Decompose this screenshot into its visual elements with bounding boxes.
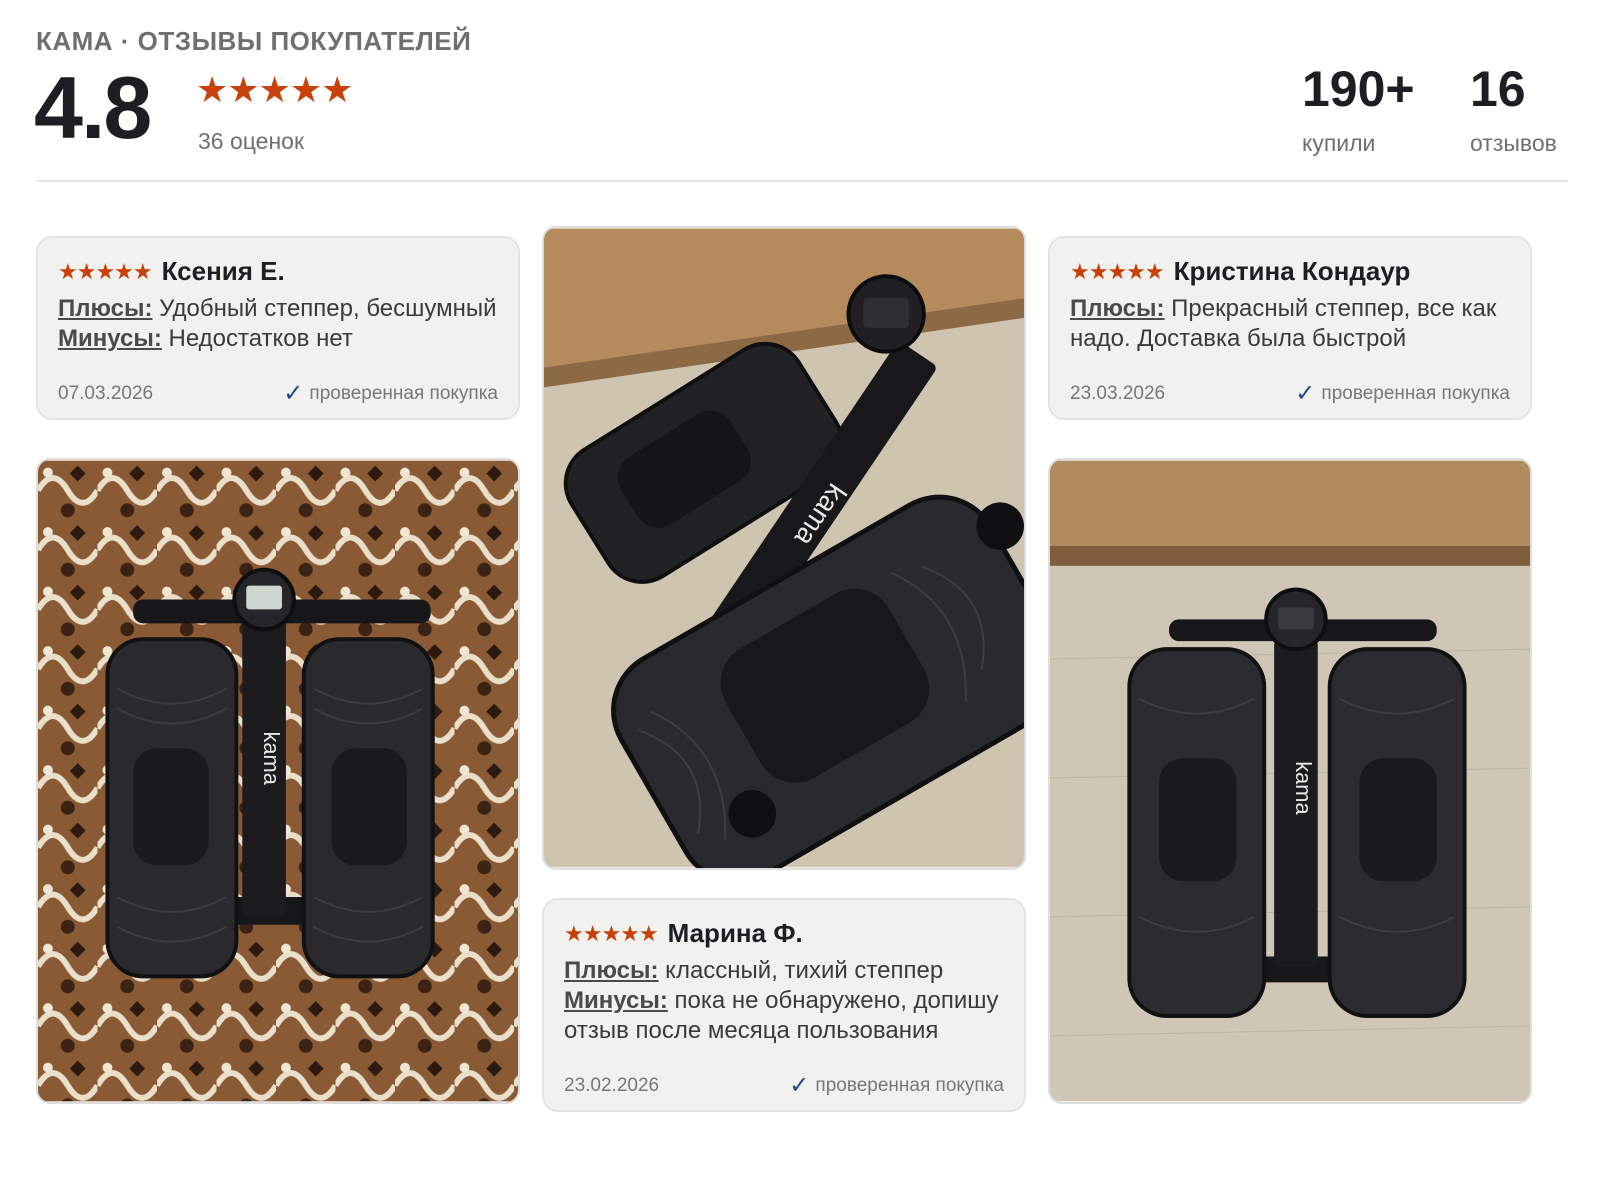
- pros-text: классный, тихий степпер: [658, 957, 944, 984]
- cons-label: Минусы:: [58, 325, 162, 352]
- pros-label: Плюсы:: [564, 957, 659, 984]
- review-footer: 23.02.2026 ✓ проверенная покупка: [564, 1074, 1004, 1098]
- review-photo[interactable]: kama: [1048, 458, 1532, 1104]
- stat-bought: 190+ купили: [1302, 64, 1415, 157]
- review-text: Плюсы: Удобный степпер, бесшумный Минусы…: [58, 294, 500, 354]
- bought-label: купили: [1302, 130, 1376, 156]
- reviewer-name: Марина Ф.: [667, 918, 803, 948]
- rating-count[interactable]: 36 оценок: [198, 128, 304, 155]
- brand-title: КАМА · ОТЗЫВЫ ПОКУПАТЕЛЕЙ: [36, 26, 472, 56]
- review-header: ★★★★★ Марина Ф.: [564, 918, 803, 949]
- verified-badge: ✓ проверенная покупка: [789, 1074, 1004, 1098]
- verified-label: проверенная покупка: [309, 383, 498, 404]
- stepper-photo-angled: kama: [544, 228, 1024, 868]
- verified-label: проверенная покупка: [1321, 383, 1510, 404]
- pros-label: Плюсы:: [1070, 295, 1165, 322]
- check-icon: ✓: [789, 1072, 810, 1099]
- review-text: Плюсы: классный, тихий степпер Минусы: п…: [564, 956, 1006, 1046]
- review-header: ★★★★★ Кристина Кондаур: [1070, 256, 1410, 287]
- review-date: 23.03.2026: [1070, 383, 1166, 404]
- bought-value: 190+: [1302, 61, 1415, 117]
- review-stars: ★★★★★: [58, 258, 153, 284]
- verified-badge: ✓ проверенная покупка: [283, 382, 498, 406]
- reviews-value: 16: [1470, 61, 1526, 117]
- review-footer: 23.03.2026 ✓ проверенная покупка: [1070, 382, 1510, 406]
- stepper-photo-rug: kama: [38, 460, 518, 1102]
- review-stars: ★★★★★: [564, 920, 659, 946]
- review-date: 07.03.2026: [58, 383, 154, 404]
- reviewer-name: Ксения Е.: [161, 256, 285, 286]
- review-card[interactable]: ★★★★★ Ксения Е. Плюсы: Удобный степпер, …: [36, 236, 520, 420]
- stepper-photo-carpet: kama: [1050, 460, 1530, 1102]
- verified-badge: ✓ проверенная покупка: [1295, 382, 1510, 406]
- cons-label: Минусы:: [564, 987, 668, 1014]
- review-text: Плюсы: Прекрасный степпер, все как надо.…: [1070, 294, 1512, 354]
- brand-logo: kama: [259, 732, 284, 786]
- review-stars: ★★★★★: [1070, 258, 1165, 284]
- check-icon: ✓: [1295, 380, 1316, 407]
- rating-stars: ★★★★★: [196, 69, 353, 110]
- reviews-label: отзывов: [1470, 130, 1557, 156]
- reviews-header: КАМА · ОТЗЫВЫ ПОКУПАТЕЛЕЙ 4.8 ★★★★★ 36 о…: [34, 24, 1568, 182]
- reviewer-name: Кристина Кондаур: [1173, 256, 1411, 286]
- stat-reviews: 16 отзывов: [1470, 64, 1557, 157]
- review-card[interactable]: ★★★★★ Марина Ф. Плюсы: классный, тихий с…: [542, 898, 1026, 1112]
- check-icon: ✓: [283, 380, 304, 407]
- review-photo[interactable]: kama: [542, 226, 1026, 870]
- pros-label: Плюсы:: [58, 295, 153, 322]
- review-footer: 07.03.2026 ✓ проверенная покупка: [58, 382, 498, 406]
- verified-label: проверенная покупка: [815, 1075, 1004, 1096]
- brand-logo: kama: [1291, 761, 1316, 815]
- review-date: 23.02.2026: [564, 1075, 660, 1096]
- review-card[interactable]: ★★★★★ Кристина Кондаур Плюсы: Прекрасный…: [1048, 236, 1532, 420]
- pros-text: Удобный степпер, бесшумный: [152, 295, 497, 322]
- review-header: ★★★★★ Ксения Е.: [58, 256, 285, 287]
- review-photo[interactable]: kama: [36, 458, 520, 1104]
- average-rating: 4.8: [34, 58, 152, 157]
- cons-text: Недостатков нет: [161, 325, 353, 352]
